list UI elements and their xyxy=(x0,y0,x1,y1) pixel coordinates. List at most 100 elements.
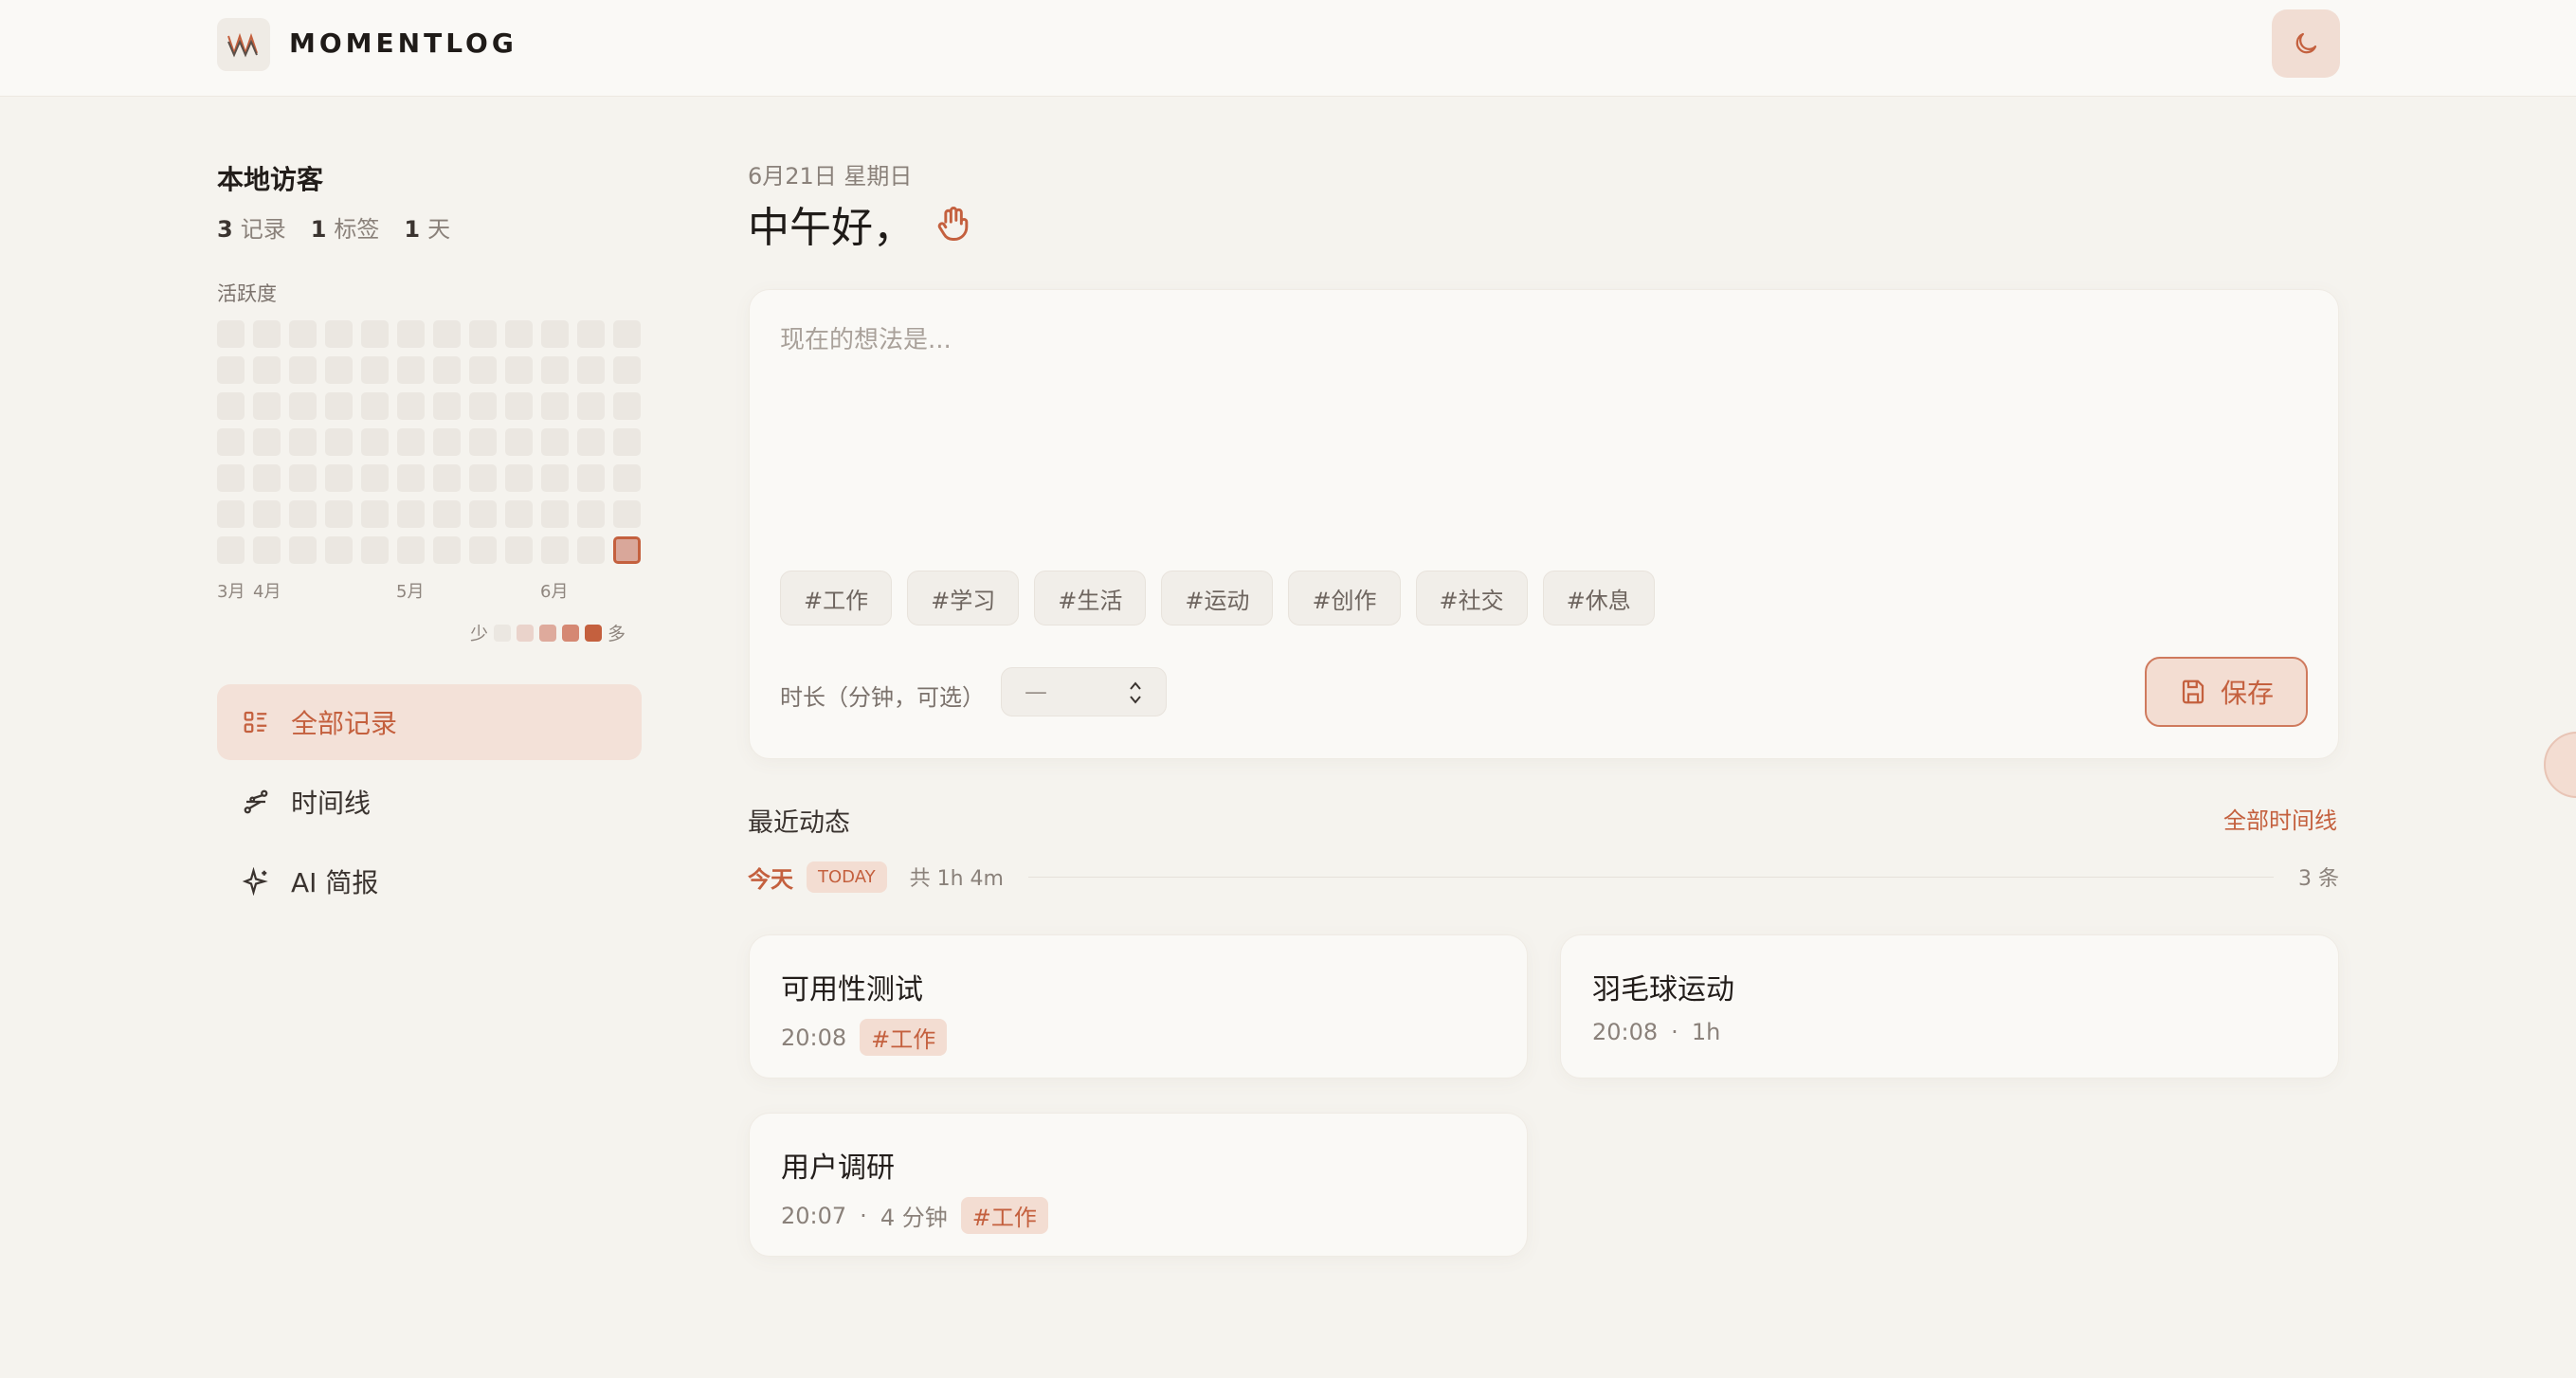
heatmap-cell[interactable] xyxy=(433,392,461,420)
heatmap-cell[interactable] xyxy=(289,464,317,492)
heatmap-cell[interactable] xyxy=(469,392,497,420)
heatmap-cell[interactable] xyxy=(613,428,641,456)
heatmap-cell[interactable] xyxy=(325,392,353,420)
heatmap-cell[interactable] xyxy=(397,392,425,420)
tag-chip-rest[interactable]: #休息 xyxy=(1542,571,1655,626)
tag-chip-sport[interactable]: #运动 xyxy=(1161,571,1274,626)
heatmap-cell[interactable] xyxy=(289,428,317,456)
heatmap-cell[interactable] xyxy=(433,320,461,348)
heatmap-cell[interactable] xyxy=(469,500,497,528)
heatmap-cell[interactable] xyxy=(325,356,353,384)
heatmap-cell[interactable] xyxy=(397,320,425,348)
heatmap-cell[interactable] xyxy=(253,392,281,420)
heatmap-cell[interactable] xyxy=(397,428,425,456)
heatmap-cell[interactable] xyxy=(289,320,317,348)
heatmap-cell[interactable] xyxy=(541,320,569,348)
tag-chip-social[interactable]: #社交 xyxy=(1415,571,1528,626)
heatmap-cell[interactable] xyxy=(577,320,605,348)
tag-chip-work[interactable]: #工作 xyxy=(780,571,893,626)
heatmap-cell[interactable] xyxy=(613,500,641,528)
heatmap-cell[interactable] xyxy=(361,464,389,492)
heatmap-cell[interactable] xyxy=(217,500,245,528)
heatmap-cell[interactable] xyxy=(541,428,569,456)
tag-chip-study[interactable]: #学习 xyxy=(907,571,1020,626)
heatmap-cell[interactable] xyxy=(361,356,389,384)
heatmap-cell[interactable] xyxy=(613,356,641,384)
heatmap-cell[interactable] xyxy=(505,356,533,384)
heatmap-cell[interactable] xyxy=(289,392,317,420)
entry-card[interactable]: 羽毛球运动 20:08 · 1h xyxy=(1560,934,2339,1079)
heatmap-cell[interactable] xyxy=(433,428,461,456)
thought-input[interactable] xyxy=(780,320,2296,529)
heatmap-cell[interactable] xyxy=(253,536,281,564)
entry-card[interactable]: 用户调研 20:07 · 4 分钟 #工作 xyxy=(749,1113,1528,1257)
heatmap-cell[interactable] xyxy=(253,500,281,528)
heatmap-cell[interactable] xyxy=(217,536,245,564)
heatmap-cell[interactable] xyxy=(613,392,641,420)
heatmap-cell[interactable] xyxy=(577,536,605,564)
tag-chip-create[interactable]: #创作 xyxy=(1288,571,1401,626)
tag-chip-life[interactable]: #生活 xyxy=(1034,571,1147,626)
heatmap-cell[interactable] xyxy=(433,356,461,384)
heatmap-cell[interactable] xyxy=(505,428,533,456)
entry-tag[interactable]: #工作 xyxy=(860,1019,948,1056)
logo-icon[interactable] xyxy=(217,18,270,71)
heatmap-cell[interactable] xyxy=(433,536,461,564)
heatmap-cell[interactable] xyxy=(253,428,281,456)
heatmap-cell[interactable] xyxy=(469,536,497,564)
heatmap-cell[interactable] xyxy=(325,428,353,456)
nav-all-records[interactable]: 全部记录 xyxy=(217,684,642,760)
save-button[interactable]: 保存 xyxy=(2145,657,2308,727)
floating-assistant-icon[interactable] xyxy=(2544,732,2576,798)
heatmap-cell[interactable] xyxy=(577,464,605,492)
heatmap-cell[interactable] xyxy=(253,356,281,384)
heatmap-cell[interactable] xyxy=(217,392,245,420)
heatmap-cell[interactable] xyxy=(397,500,425,528)
duration-input[interactable]: — xyxy=(1001,667,1167,716)
heatmap-cell[interactable] xyxy=(433,500,461,528)
heatmap-cell[interactable] xyxy=(325,320,353,348)
heatmap-cell[interactable] xyxy=(613,320,641,348)
heatmap-cell[interactable] xyxy=(361,500,389,528)
heatmap-cell[interactable] xyxy=(217,320,245,348)
heatmap-cell[interactable] xyxy=(541,464,569,492)
heatmap-cell[interactable] xyxy=(541,500,569,528)
all-timeline-link[interactable]: 全部时间线 xyxy=(2223,802,2337,835)
nav-timeline[interactable]: 时间线 xyxy=(217,764,642,840)
heatmap-cell[interactable] xyxy=(577,428,605,456)
heatmap-cell[interactable] xyxy=(361,428,389,456)
heatmap-cell[interactable] xyxy=(577,356,605,384)
heatmap-cell[interactable] xyxy=(397,536,425,564)
heatmap-cell[interactable] xyxy=(505,392,533,420)
heatmap-cell[interactable] xyxy=(469,356,497,384)
heatmap-cell[interactable] xyxy=(361,392,389,420)
heatmap-cell[interactable] xyxy=(253,320,281,348)
heatmap-cell[interactable] xyxy=(577,500,605,528)
heatmap-cell[interactable] xyxy=(469,428,497,456)
heatmap-cell[interactable] xyxy=(397,464,425,492)
heatmap-cell[interactable] xyxy=(217,428,245,456)
heatmap-cell[interactable] xyxy=(325,536,353,564)
stepper-icon[interactable] xyxy=(1128,680,1143,706)
heatmap-cell[interactable] xyxy=(361,536,389,564)
heatmap-cell[interactable] xyxy=(613,464,641,492)
heatmap-cell[interactable] xyxy=(469,320,497,348)
heatmap-cell[interactable] xyxy=(577,392,605,420)
heatmap-cell[interactable] xyxy=(397,356,425,384)
heatmap-cell[interactable] xyxy=(289,500,317,528)
entry-card[interactable]: 可用性测试 20:08 #工作 xyxy=(749,934,1528,1079)
heatmap-cell[interactable] xyxy=(289,536,317,564)
heatmap-cell[interactable] xyxy=(361,320,389,348)
heatmap-cell[interactable] xyxy=(325,464,353,492)
heatmap-cell[interactable] xyxy=(505,500,533,528)
heatmap-cell[interactable] xyxy=(541,356,569,384)
heatmap-cell[interactable] xyxy=(541,392,569,420)
heatmap-cell[interactable] xyxy=(289,356,317,384)
heatmap-cell[interactable] xyxy=(253,464,281,492)
heatmap-cell[interactable] xyxy=(433,464,461,492)
heatmap-cell[interactable] xyxy=(325,500,353,528)
dark-mode-toggle[interactable] xyxy=(2272,9,2340,78)
heatmap-cell[interactable] xyxy=(469,464,497,492)
heatmap-cell[interactable] xyxy=(613,536,641,564)
heatmap-cell[interactable] xyxy=(217,356,245,384)
